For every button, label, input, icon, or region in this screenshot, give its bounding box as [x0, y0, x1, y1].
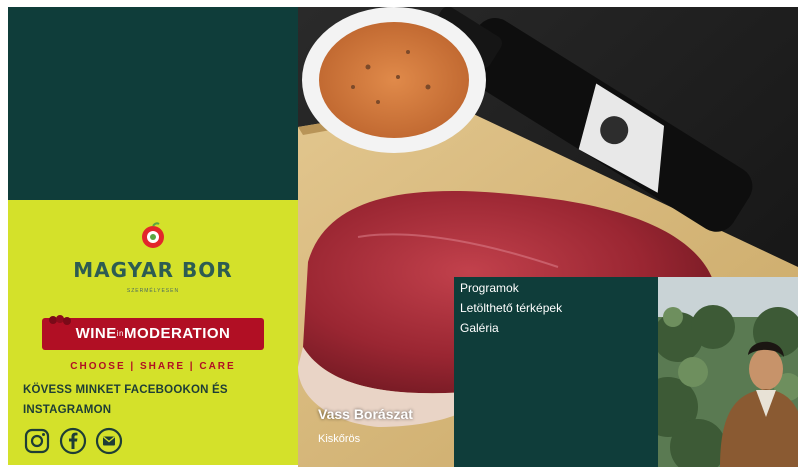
menu-item-downloadable-maps[interactable]: Letölthető térképek	[460, 301, 562, 315]
badge-slogan: CHOOSE | SHARE | CARE	[70, 361, 236, 372]
menu-panel: Programok Letölthető térképek Galéria	[454, 277, 658, 467]
badge-moderation: MODERATION	[124, 325, 231, 342]
brand-name: MAGYAR BOR	[73, 258, 233, 282]
badge-wine: WINE	[75, 325, 117, 342]
menu-item-programs[interactable]: Programok	[460, 281, 519, 295]
instagram-icon[interactable]	[23, 427, 51, 455]
follow-us-text: KÖVESS MINKET FACEBOOKON ÉS INSTAGRAMON	[23, 384, 228, 416]
email-icon[interactable]	[95, 427, 123, 455]
grapes-icon	[49, 315, 71, 325]
dark-panel-top	[8, 7, 298, 200]
facebook-icon[interactable]	[59, 427, 87, 455]
brand-tagline: SZERMÉLYESEN	[126, 288, 180, 294]
winemaker-image	[658, 277, 798, 467]
footer-brand-panel: MAGYAR BOR SZERMÉLYESEN WINEinMODERATION…	[8, 200, 298, 465]
magyar-bor-logo-icon	[142, 222, 164, 248]
winery-name[interactable]: Vass Borászat	[318, 406, 413, 422]
winemaker-photo[interactable]	[658, 277, 798, 467]
menu-item-gallery[interactable]: Galéria	[460, 321, 499, 335]
badge-in: in	[116, 329, 124, 339]
winery-town: Kiskőrös	[318, 433, 361, 445]
